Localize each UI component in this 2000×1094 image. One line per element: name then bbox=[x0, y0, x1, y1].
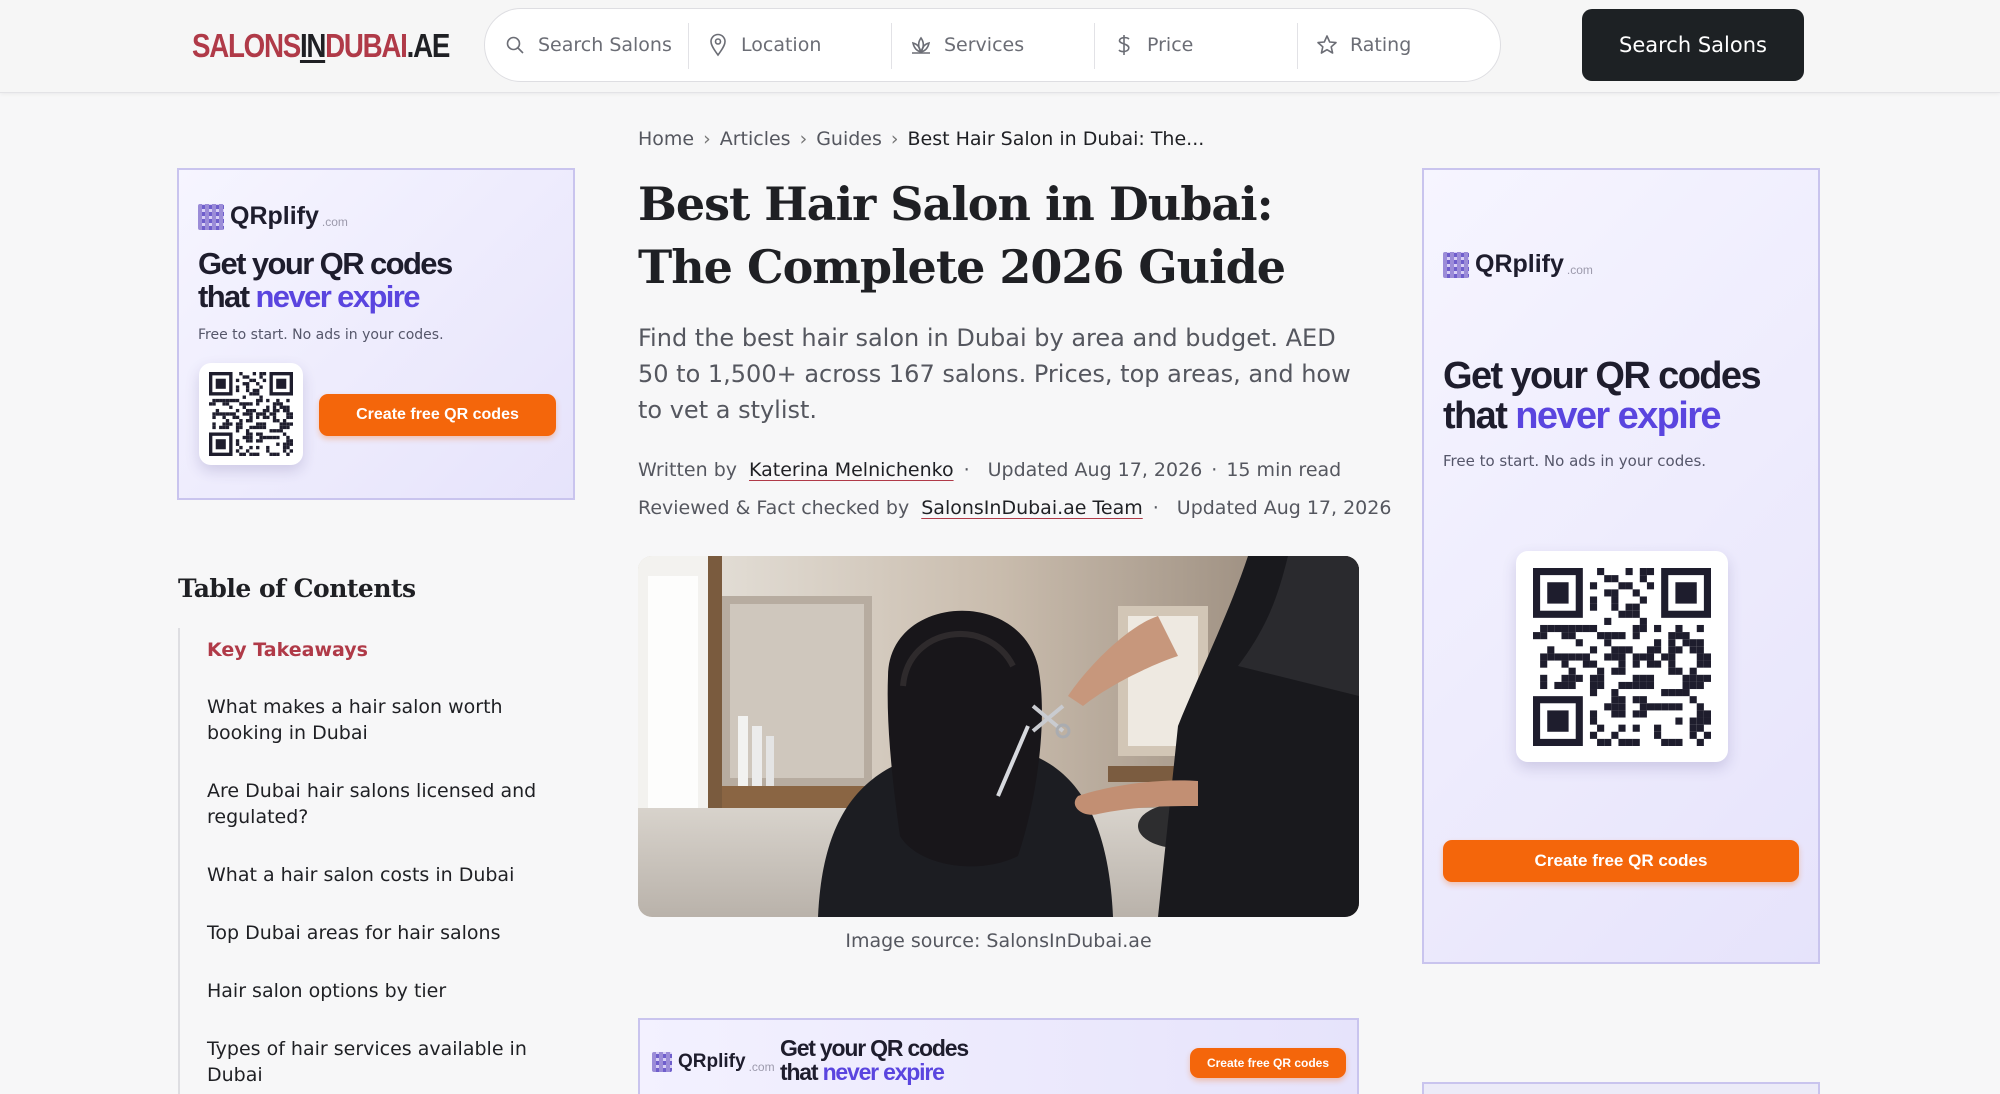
ad-headline-never-expire: never expire bbox=[255, 278, 420, 314]
article-title: Best Hair Salon in Dubai: The Complete 2… bbox=[638, 177, 1286, 294]
qrplify-logo: QRplify .com bbox=[1443, 250, 1593, 279]
toc-item-tiers[interactable]: Hair salon options by tier bbox=[207, 978, 577, 1004]
ad-headline-line1: Get your QR codes bbox=[780, 1035, 969, 1061]
ad-headline: Get your QR codes that never expire bbox=[780, 1035, 969, 1086]
qr-code-card bbox=[1516, 551, 1728, 762]
rating-placeholder: Rating bbox=[1350, 34, 1412, 56]
meta-separator: · bbox=[1152, 497, 1159, 519]
ad-right-secondary[interactable] bbox=[1422, 1082, 1820, 1094]
services-field[interactable]: Services bbox=[891, 9, 1094, 81]
qrplify-brand-name: QRplify bbox=[1475, 250, 1564, 278]
toc-item-service-types[interactable]: Types of hair services available in Duba… bbox=[207, 1036, 577, 1088]
dollar-icon bbox=[1112, 33, 1136, 57]
qrplify-brand-suffix: .com bbox=[748, 1060, 775, 1074]
ad-headline: Get your QR codes that never expire bbox=[1443, 355, 1762, 437]
breadcrumb-separator: › bbox=[703, 128, 711, 150]
qr-code-image bbox=[209, 372, 293, 456]
search-salons-field[interactable]: Search Salons bbox=[485, 9, 688, 81]
search-salons-placeholder: Search Salons bbox=[538, 34, 672, 56]
toc-item-costs[interactable]: What a hair salon costs in Dubai bbox=[207, 862, 577, 888]
rating-field[interactable]: Rating bbox=[1297, 9, 1500, 81]
star-icon bbox=[1315, 33, 1339, 57]
qrplify-logo-icon bbox=[1443, 251, 1469, 278]
ad-headline-never-expire: never expire bbox=[1515, 394, 1721, 437]
meta-separator: · bbox=[1211, 459, 1218, 481]
toc-item-top-areas[interactable]: Top Dubai areas for hair salons bbox=[207, 920, 577, 946]
ad-headline: Get your QR codes that never expire bbox=[198, 246, 453, 314]
toc-item-what-makes[interactable]: What makes a hair salon worth booking in… bbox=[207, 694, 577, 746]
site-header: SALONSINDUBAI.AE Search Salons Location … bbox=[0, 0, 2000, 93]
breadcrumb-home[interactable]: Home bbox=[638, 128, 694, 150]
price-field[interactable]: Price bbox=[1094, 9, 1297, 81]
qrplify-ad-left[interactable]: QRplify .com Get your QR codes that never… bbox=[177, 168, 575, 500]
author-label: Written by bbox=[638, 459, 737, 481]
location-pin-icon bbox=[706, 33, 730, 57]
qrplify-logo-icon bbox=[652, 1052, 672, 1072]
ad-subline: Free to start. No ads in your codes. bbox=[198, 327, 444, 343]
qr-code-card bbox=[199, 363, 303, 465]
qrplify-logo-icon bbox=[198, 203, 224, 230]
search-salons-button[interactable]: Search Salons bbox=[1582, 9, 1804, 81]
hero-image bbox=[638, 556, 1359, 917]
breadcrumb-guides[interactable]: Guides bbox=[816, 128, 882, 150]
reviewer-link[interactable]: SalonsInDubai.ae Team bbox=[921, 497, 1142, 519]
ad-headline-that: that bbox=[1443, 394, 1516, 437]
services-placeholder: Services bbox=[944, 34, 1025, 56]
search-icon bbox=[503, 33, 527, 57]
breadcrumb-separator: › bbox=[799, 128, 808, 150]
breadcrumb: Home › Articles › Guides › Best Hair Salon … bbox=[638, 128, 1204, 150]
qrplify-brand-suffix: .com bbox=[1566, 262, 1593, 277]
image-caption: Image source: SalonsInDubai.ae bbox=[845, 930, 1152, 952]
logo-text-dubai: DUBAI bbox=[325, 27, 408, 64]
reviewed-date: Updated Aug 17, 2026 bbox=[1176, 497, 1392, 519]
qrplify-logo: QRplify .com bbox=[198, 202, 348, 231]
create-qr-codes-button[interactable]: Create free QR codes bbox=[319, 394, 556, 436]
qrplify-ad-inline[interactable]: QRplify .com Get your QR codes that never… bbox=[638, 1018, 1359, 1094]
reviewer-label: Reviewed & Fact checked by bbox=[638, 497, 910, 519]
create-qr-codes-button[interactable]: Create free QR codes bbox=[1190, 1048, 1346, 1078]
location-field[interactable]: Location bbox=[688, 9, 891, 81]
ad-subline: Free to start. No ads in your codes. bbox=[1443, 452, 1707, 470]
article-lead: Find the best hair salon in Dubai by are… bbox=[638, 324, 1351, 424]
qrplify-brand-suffix: .com bbox=[321, 214, 348, 229]
price-placeholder: Price bbox=[1147, 34, 1194, 56]
author-meta: Written by Katerina Melnichenko · Update… bbox=[638, 459, 1341, 481]
toc-item-licensed[interactable]: Are Dubai hair salons licensed and regul… bbox=[207, 778, 577, 830]
qrplify-brand-name: QRplify bbox=[230, 202, 319, 230]
qrplify-logo: QRplify .com bbox=[652, 1050, 775, 1074]
breadcrumb-separator: › bbox=[890, 128, 899, 150]
location-placeholder: Location bbox=[741, 34, 822, 56]
site-logo[interactable]: SALONSINDUBAI.AE bbox=[192, 27, 451, 67]
qrplify-ad-right[interactable]: QRplify .com Get your QR codes that never… bbox=[1422, 168, 1820, 964]
updated-date: Updated Aug 17, 2026 bbox=[987, 459, 1203, 481]
read-time: 15 min read bbox=[1226, 459, 1342, 481]
meta-separator: · bbox=[963, 459, 970, 481]
breadcrumb-articles[interactable]: Articles bbox=[720, 128, 791, 150]
reviewer-meta: Reviewed & Fact checked by SalonsInDubai… bbox=[638, 497, 1391, 519]
qr-code-image bbox=[1533, 567, 1711, 746]
ad-headline-line1: Get your QR codes bbox=[198, 246, 453, 281]
ad-headline-never-expire: never expire bbox=[822, 1059, 945, 1086]
author-link[interactable]: Katerina Melnichenko bbox=[749, 459, 954, 481]
ad-headline-that: that bbox=[780, 1059, 823, 1086]
logo-text-salons: SALONS bbox=[192, 27, 301, 64]
lotus-icon bbox=[909, 33, 933, 57]
toc-rail bbox=[178, 628, 180, 1094]
logo-text-in: IN bbox=[299, 27, 326, 64]
qrplify-brand-name: QRplify bbox=[678, 1051, 746, 1072]
search-bar: Search Salons Location Services Price Ra… bbox=[484, 8, 1501, 82]
ad-headline-line1: Get your QR codes bbox=[1443, 355, 1762, 397]
toc-item-key-takeaways[interactable]: Key Takeaways bbox=[207, 637, 577, 663]
toc-title: Table of Contents bbox=[178, 574, 416, 603]
breadcrumb-current: Best Hair Salon in Dubai: The... bbox=[907, 128, 1205, 150]
ad-headline-that: that bbox=[198, 278, 256, 314]
logo-text-ae: .AE bbox=[406, 27, 451, 64]
create-qr-codes-button[interactable]: Create free QR codes bbox=[1443, 840, 1799, 882]
